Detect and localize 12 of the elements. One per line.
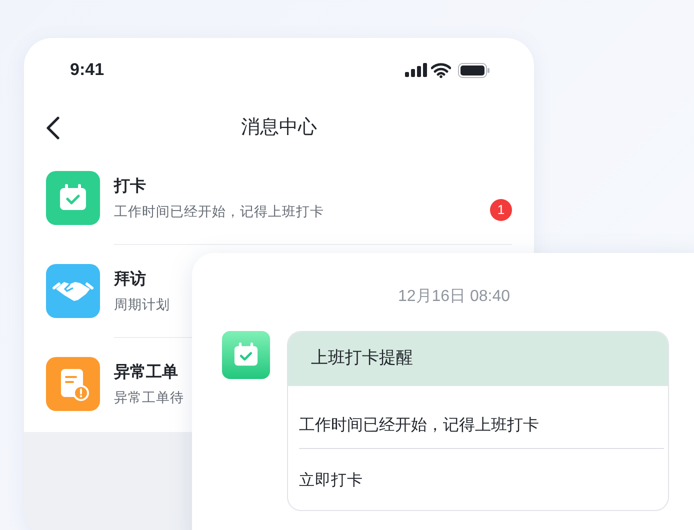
status-time: 9:41 (70, 59, 104, 82)
message-preview: 工作时间已经开始，记得上班打卡 (114, 204, 325, 220)
message-preview: 异常工单待 (114, 390, 185, 406)
notification-body: 工作时间已经开始，记得上班打卡 (299, 414, 540, 436)
message-title: 拜访 (114, 269, 147, 288)
unread-badge: 1 (490, 199, 512, 221)
message-title: 异常工单 (114, 362, 179, 382)
message-timestamp: 12月16日 08:40 (396, 287, 512, 307)
message-preview: 周期计划 (114, 296, 171, 313)
message-title: 打卡 (114, 176, 147, 196)
notification-title: 上班打卡提醒 (311, 347, 413, 370)
page-title: 消息中心 (241, 114, 317, 140)
